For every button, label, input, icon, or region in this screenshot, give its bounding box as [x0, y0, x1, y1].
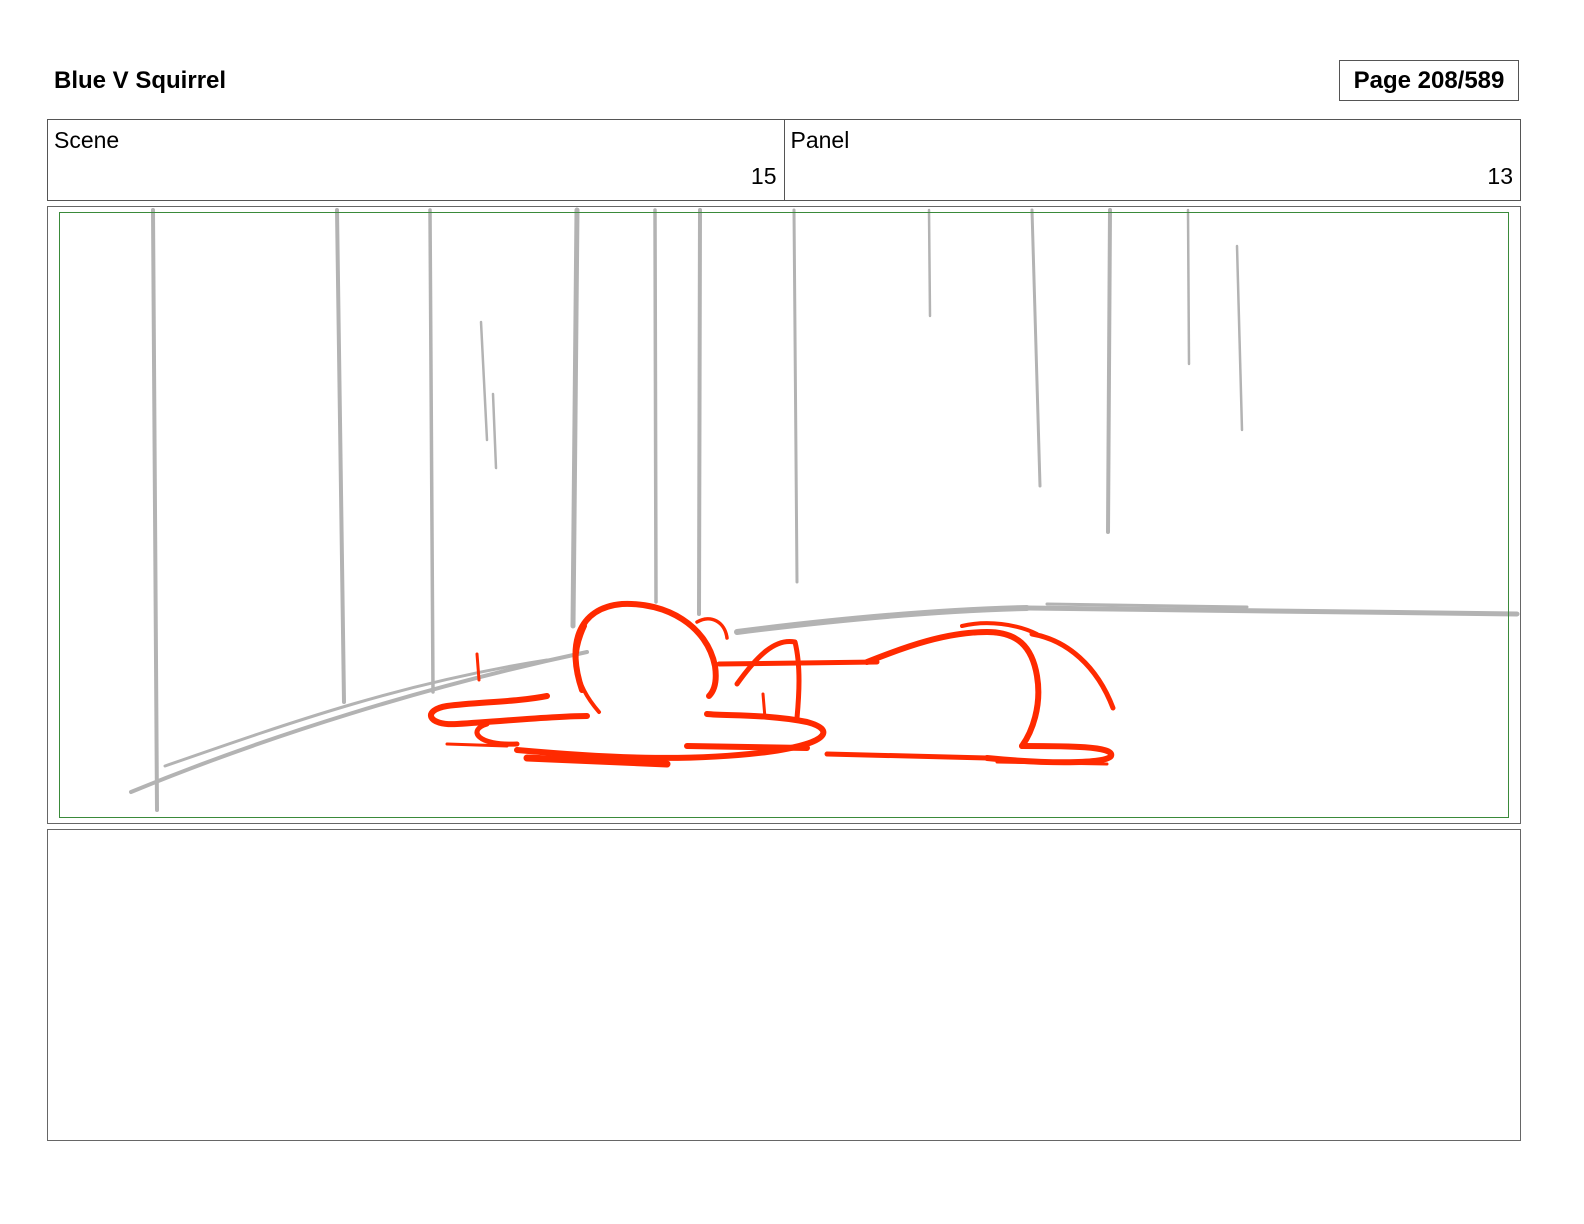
safe-area-guide — [59, 212, 1509, 818]
scene-label: Scene — [54, 127, 120, 153]
scene-panel-info: Scene 15 Panel 13 — [47, 119, 1521, 201]
panel-notes-box — [47, 829, 1521, 1141]
panel-cell: Panel 13 — [783, 120, 1521, 200]
panel-label: Panel — [790, 127, 850, 153]
project-title: Blue V Squirrel — [54, 67, 227, 94]
page-indicator: Page 208/589 — [1339, 60, 1519, 101]
panel-number: 13 — [1487, 163, 1513, 189]
scene-number: 15 — [750, 163, 777, 189]
scene-cell: Scene 15 — [48, 120, 784, 200]
